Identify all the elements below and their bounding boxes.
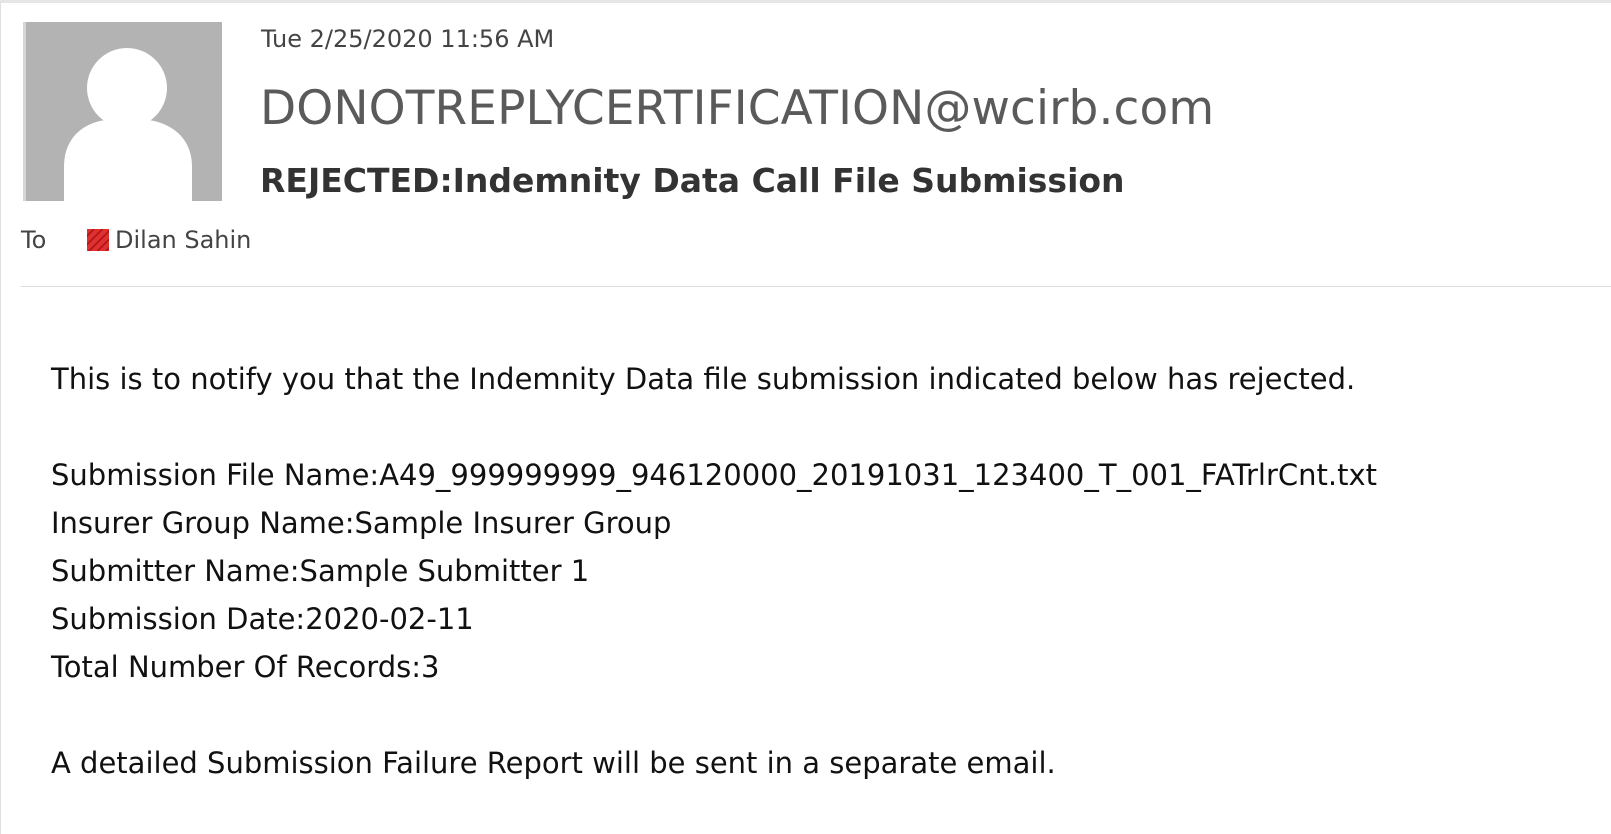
body-submission-date: Submission Date:2020-02-11 (51, 602, 474, 636)
to-label: To (21, 226, 47, 254)
sender-avatar[interactable] (23, 22, 222, 201)
recipients-row: To Dilan Sahin (21, 225, 251, 255)
body-total-records: Total Number Of Records:3 (51, 650, 440, 684)
default-person-icon (64, 48, 192, 201)
header-divider (21, 286, 1611, 287)
body-insurer-group: Insurer Group Name:Sample Insurer Group (51, 506, 672, 540)
message-date: Tue 2/25/2020 11:56 AM (261, 25, 555, 53)
email-reading-pane: Tue 2/25/2020 11:56 AM DONOTREPLYCERTIFI… (0, 0, 1611, 834)
recipient-name[interactable]: Dilan Sahin (115, 226, 251, 254)
presence-status-icon (87, 229, 109, 251)
body-submitter: Submitter Name:Sample Submitter 1 (51, 554, 590, 588)
message-body: This is to notify you that the Indemnity… (51, 355, 1377, 787)
message-subject: REJECTED:Indemnity Data Call File Submis… (260, 161, 1125, 200)
body-intro: This is to notify you that the Indemnity… (51, 362, 1356, 396)
body-file-name: Submission File Name:A49_999999999_94612… (51, 458, 1377, 492)
sender-address[interactable]: DONOTREPLYCERTIFICATION@wcirb.com (260, 81, 1214, 136)
body-closing: A detailed Submission Failure Report wil… (51, 746, 1056, 780)
